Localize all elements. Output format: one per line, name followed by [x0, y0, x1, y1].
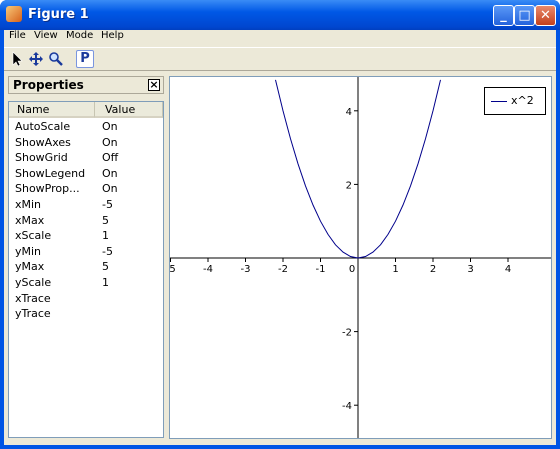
property-row[interactable]: xScale 1 [9, 228, 163, 244]
property-row[interactable]: xTrace [9, 291, 163, 307]
property-name: xScale [15, 229, 52, 243]
property-name: yMax [15, 260, 45, 274]
x-tick-label: -1 [316, 264, 326, 275]
property-row[interactable]: yTrace [9, 306, 163, 322]
menu-help[interactable]: Help [101, 30, 124, 41]
client-area: File View Mode Help P Properties × Name … [4, 30, 556, 445]
x-tick-label: 0 [349, 264, 355, 275]
property-name: ShowAxes [15, 135, 71, 149]
window-title: Figure 1 [28, 7, 89, 22]
property-value[interactable]: -5 [102, 198, 113, 211]
property-value[interactable]: 1 [102, 276, 109, 289]
x-tick-label: -2 [278, 264, 288, 275]
property-row[interactable]: ShowLegend On [9, 166, 163, 182]
property-row[interactable]: ShowAxes On [9, 135, 163, 151]
x-tick-label: 5 [170, 264, 176, 275]
property-name: yScale [15, 276, 52, 289]
property-row[interactable]: yMin -5 [9, 244, 163, 260]
column-header-name[interactable]: Name [9, 102, 95, 118]
property-value[interactable]: On [102, 120, 118, 133]
menu-mode[interactable]: Mode [66, 30, 93, 41]
zoom-tool-icon[interactable] [47, 50, 65, 68]
legend: x^2 [484, 87, 546, 115]
x-tick-label: 1 [392, 264, 398, 275]
property-value[interactable]: 1 [102, 229, 109, 242]
x-tick-label: -3 [241, 264, 251, 275]
property-row[interactable]: yScale 1 [9, 275, 163, 291]
menu-bar: File View Mode Help [4, 30, 556, 45]
property-name: ShowProp... [15, 182, 80, 196]
app-icon[interactable] [6, 6, 22, 22]
y-tick-label: -4 [342, 401, 352, 412]
properties-title: Properties [13, 78, 84, 92]
property-value[interactable]: 5 [102, 260, 109, 273]
properties-panel: Properties × Name Value AutoScale On ShowA… [8, 76, 164, 438]
x-tick-label: 4 [505, 264, 511, 275]
properties-toggle-button[interactable]: P [76, 50, 94, 68]
legend-line-swatch [491, 101, 507, 102]
property-name: yMin [15, 244, 42, 258]
y-tick-label: 2 [346, 180, 352, 191]
properties-table: Name Value AutoScale On ShowAxes On ShowGrid… [8, 101, 164, 438]
figure-window: Figure 1 _ □ ✕ File View Mode Help P Pro… [0, 0, 560, 449]
maximize-button[interactable]: □ [514, 5, 535, 26]
property-value[interactable]: On [102, 167, 118, 180]
y-tick-label: 4 [346, 107, 352, 118]
property-row[interactable]: ShowProp... On [9, 181, 163, 197]
property-row[interactable]: xMin -5 [9, 197, 163, 213]
x-tick-label: -4 [203, 264, 213, 275]
pointer-tool-icon[interactable] [8, 50, 26, 68]
property-name: ShowLegend [15, 166, 86, 180]
minimize-button[interactable]: _ [493, 5, 514, 26]
property-name: yTrace [15, 307, 51, 321]
properties-header: Properties × [8, 76, 164, 94]
y-tick-label: -2 [342, 328, 352, 339]
title-bar[interactable]: Figure 1 _ □ ✕ [0, 0, 560, 30]
toolbar: P [4, 47, 556, 71]
property-name: xTrace [15, 291, 51, 305]
property-value[interactable]: Off [102, 151, 118, 164]
property-value[interactable]: On [102, 136, 118, 149]
property-row[interactable]: AutoScale On [9, 119, 163, 135]
legend-label: x^2 [511, 94, 534, 107]
property-name: ShowGrid [15, 151, 68, 165]
close-button[interactable]: ✕ [535, 5, 556, 26]
property-row[interactable]: xMax 5 [9, 213, 163, 229]
menu-view[interactable]: View [34, 30, 58, 41]
close-properties-icon[interactable]: × [148, 79, 160, 91]
property-value[interactable]: 5 [102, 214, 109, 227]
plot-canvas[interactable]: 5 -4 -3 -2 -1 0 1 2 3 4 4 2 -2 -4 [170, 77, 551, 438]
property-value[interactable]: -5 [102, 245, 113, 258]
property-name: AutoScale [15, 120, 71, 133]
x-tick-label: 2 [430, 264, 436, 275]
property-row[interactable]: ShowGrid Off [9, 150, 163, 166]
property-name: xMax [15, 213, 45, 227]
x-tick-label: 3 [467, 264, 473, 275]
property-value[interactable]: On [102, 182, 118, 195]
pan-tool-icon[interactable] [27, 50, 45, 68]
plot-area[interactable]: 5 -4 -3 -2 -1 0 1 2 3 4 4 2 -2 -4 x^2 [169, 76, 552, 439]
menu-file[interactable]: File [9, 30, 26, 41]
property-row[interactable]: yMax 5 [9, 259, 163, 275]
property-name: xMin [15, 198, 42, 211]
column-header-value[interactable]: Value [95, 102, 163, 118]
